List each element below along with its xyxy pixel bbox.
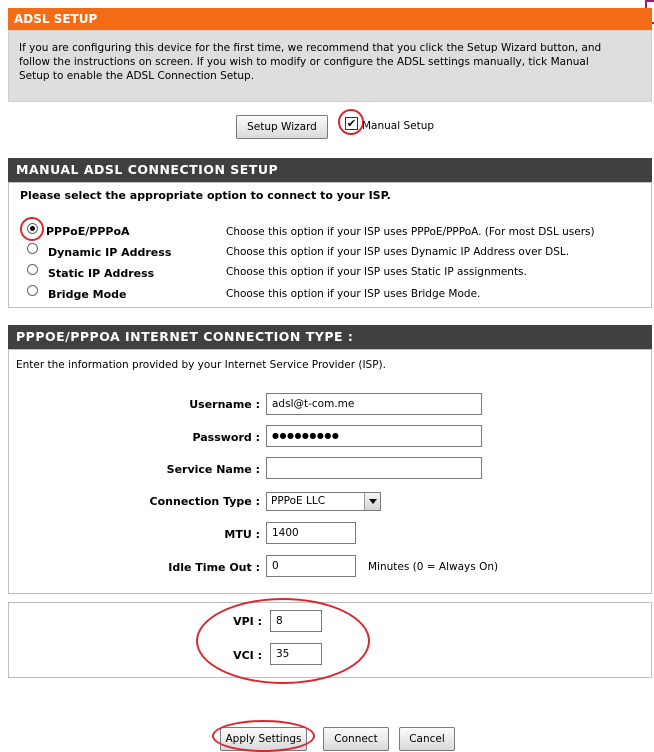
mtu-label: MTU : [224, 528, 260, 541]
connect-button[interactable]: Connect [323, 727, 389, 751]
option-label-pppoe: PPPoE/PPPoA [46, 225, 130, 238]
chevron-down-icon[interactable] [364, 493, 380, 510]
mtu-field[interactable]: 1400 [266, 522, 356, 544]
radio-static-ip[interactable] [27, 264, 38, 275]
vpi-label: VPI : [233, 615, 262, 628]
password-field[interactable]: ●●●●●●●●● [266, 425, 482, 447]
manual-adsl-section-title: MANUAL ADSL CONNECTION SETUP [8, 158, 652, 182]
connection-type-label: Connection Type : [149, 495, 260, 508]
option-desc-static-ip: Choose this option if your ISP uses Stat… [226, 266, 527, 278]
adsl-setup-description: If you are configuring this device for t… [8, 30, 652, 102]
pppoe-section-title: PPPOE/PPPOA INTERNET CONNECTION TYPE : [8, 325, 652, 349]
password-label: Password : [192, 431, 260, 444]
radio-dynamic-ip[interactable] [27, 243, 38, 254]
description-line: Setup to enable the ADSL Connection Setu… [19, 70, 255, 82]
option-desc-dynamic-ip: Choose this option if your ISP uses Dyna… [226, 246, 570, 258]
radio-bridge-mode[interactable] [27, 285, 38, 296]
service-name-field[interactable] [266, 457, 482, 479]
username-field[interactable]: adsl@t-com.me [266, 393, 482, 415]
description-line: If you are configuring this device for t… [19, 42, 602, 54]
vpi-field[interactable]: 8 [270, 610, 322, 632]
option-label-static-ip: Static IP Address [48, 267, 155, 280]
connection-type-select[interactable]: PPPoE LLC [266, 492, 381, 511]
description-line: follow the instructions on screen. If yo… [19, 56, 589, 68]
cancel-button[interactable]: Cancel [399, 727, 455, 751]
highlight-ellipse [212, 720, 315, 752]
connection-type-value: PPPoE LLC [271, 495, 326, 507]
service-name-label: Service Name : [166, 463, 260, 476]
option-label-bridge-mode: Bridge Mode [48, 288, 127, 301]
idle-timeout-field[interactable]: 0 [266, 555, 356, 577]
idle-timeout-hint: Minutes (0 = Always On) [368, 561, 499, 573]
option-label-dynamic-ip: Dynamic IP Address [48, 246, 172, 259]
adsl-setup-title: ADSL SETUP [8, 8, 652, 30]
pppoe-intro-text: Enter the information provided by your I… [16, 359, 386, 371]
setup-wizard-button[interactable]: Setup Wizard [236, 115, 328, 139]
highlight-circle [20, 217, 44, 241]
highlight-circle [338, 109, 364, 135]
manual-setup-label: Manual Setup [362, 120, 435, 132]
vci-field[interactable]: 35 [270, 643, 322, 665]
option-desc-pppoe: Choose this option if your ISP uses PPPo… [226, 226, 595, 238]
isp-option-prompt: Please select the appropriate option to … [20, 189, 391, 202]
username-label: Username : [189, 398, 260, 411]
vci-label: VCI : [233, 649, 262, 662]
option-desc-bridge-mode: Choose this option if your ISP uses Brid… [226, 288, 481, 300]
idle-timeout-label: Idle Time Out : [168, 561, 260, 574]
